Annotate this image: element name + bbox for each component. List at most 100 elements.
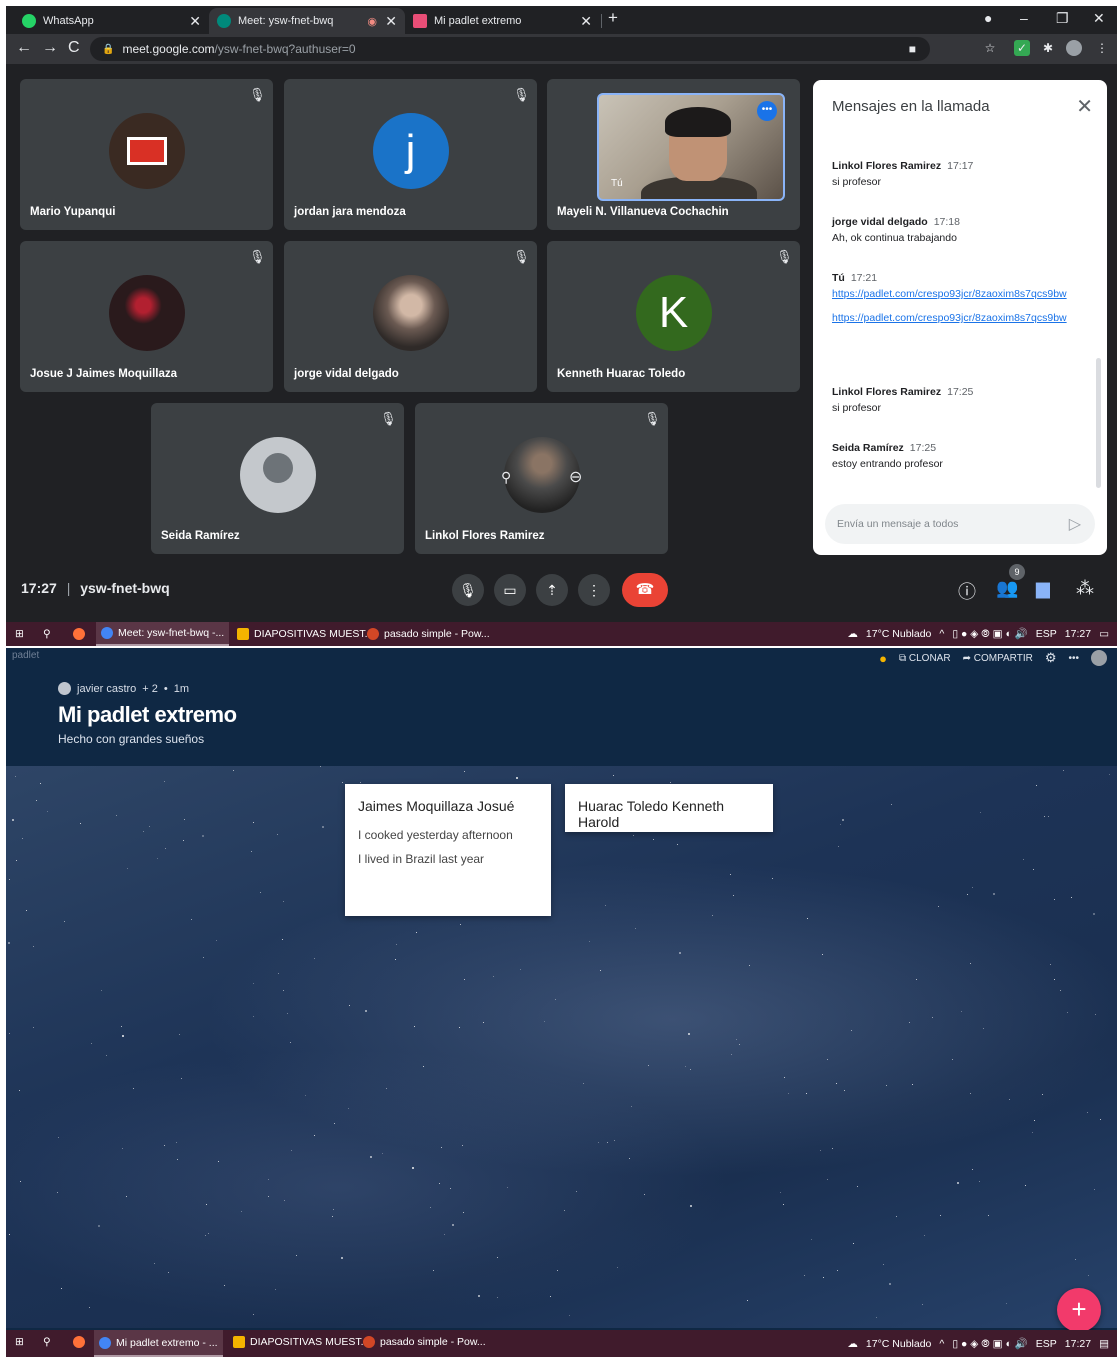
taskbar-item-slides[interactable]: DIAPOSITIVAS MUEST... bbox=[228, 1330, 374, 1354]
star-dot bbox=[851, 1029, 853, 1031]
close-icon[interactable]: ✕ bbox=[385, 13, 397, 30]
camera-icon[interactable]: ■ bbox=[909, 42, 916, 56]
participant-tile[interactable]: 🎙 Mario Yupanqui bbox=[20, 79, 273, 230]
tray-icons[interactable]: ▯ ● ◈ ⦾ ▣ ◐ 🔊 bbox=[952, 627, 1027, 641]
menu-icon[interactable]: ⋮ bbox=[1094, 40, 1110, 56]
star-dot bbox=[89, 1306, 91, 1308]
leave-call-button[interactable]: ☎ bbox=[622, 573, 668, 607]
minimize-button[interactable]: – bbox=[1020, 10, 1028, 26]
mic-button[interactable]: 🎙 bbox=[452, 574, 484, 606]
profile-dropdown-icon[interactable]: ● bbox=[984, 10, 992, 26]
taskbar-item-slides[interactable]: DIAPOSITIVAS MUEST... bbox=[232, 622, 378, 646]
author-name[interactable]: javier castro bbox=[77, 683, 136, 695]
pin-icon[interactable]: ⚲ bbox=[501, 469, 511, 486]
avatar[interactable] bbox=[1066, 40, 1082, 56]
chat-input[interactable]: Envía un mensaje a todos ▷ bbox=[825, 504, 1095, 544]
extension-icon[interactable]: ✓ bbox=[1014, 40, 1030, 56]
star-dot bbox=[291, 1149, 293, 1151]
star-dot bbox=[153, 1262, 155, 1264]
participant-tile[interactable]: 🎙 Seida Ramírez bbox=[151, 403, 404, 554]
chevron-up-icon[interactable]: ^ bbox=[939, 1338, 944, 1350]
person-icon bbox=[262, 452, 293, 483]
taskbar-item-padlet[interactable]: Mi padlet extremo - ... bbox=[94, 1330, 223, 1357]
tab-whatsapp[interactable]: WhatsApp ✕ bbox=[14, 8, 209, 34]
more-options-icon[interactable]: ••• bbox=[1068, 653, 1079, 664]
language-indicator[interactable]: ESP bbox=[1036, 1338, 1057, 1350]
search-icon[interactable]: ⚲ bbox=[38, 1330, 56, 1354]
star-icon[interactable]: ☆ bbox=[982, 40, 998, 56]
new-tab-button[interactable]: + bbox=[608, 8, 618, 28]
close-icon[interactable]: ✕ bbox=[580, 13, 592, 30]
padlet-logo[interactable]: padlet bbox=[12, 650, 39, 661]
star-dot bbox=[296, 1255, 298, 1257]
activities-icon[interactable]: ⁂ bbox=[1076, 578, 1094, 599]
tab-padlet[interactable]: Mi padlet extremo ✕ bbox=[405, 8, 600, 34]
address-bar[interactable]: 🔒 meet.google.com /ysw-fnet-bwq?authuser… bbox=[90, 37, 930, 61]
star-dot bbox=[287, 1013, 289, 1015]
firefox-icon[interactable] bbox=[68, 622, 90, 646]
avatar[interactable] bbox=[1091, 650, 1107, 666]
tab-meet[interactable]: Meet: ysw-fnet-bwq ◉ ✕ bbox=[209, 8, 405, 34]
participant-tile[interactable]: 🎙 ⚲ ⊖ Linkol Flores Ramirez bbox=[415, 403, 668, 554]
taskbar-item-powerpoint[interactable]: pasado simple - Pow... bbox=[358, 1330, 491, 1354]
restore-button[interactable]: ❐ bbox=[1056, 10, 1069, 27]
notification-icon[interactable]: ▤ bbox=[1099, 1338, 1109, 1350]
forward-icon[interactable]: → bbox=[42, 39, 58, 57]
participant-tile[interactable]: 🎙 Josue J Jaimes Moquillaza bbox=[20, 241, 273, 392]
back-icon[interactable]: ← bbox=[16, 39, 32, 57]
send-icon[interactable]: ▷ bbox=[1069, 514, 1081, 534]
message-link[interactable]: https://padlet.com/crespo93jcr/8zaoxim8s… bbox=[832, 286, 1078, 302]
participant-tile-self[interactable]: Tú ••• Mayeli N. Villanueva Cochachin bbox=[547, 79, 800, 230]
star-dot bbox=[614, 1139, 616, 1141]
gear-icon[interactable]: ⚙ bbox=[1045, 650, 1057, 666]
scrollbar[interactable] bbox=[1096, 358, 1101, 488]
more-options-icon[interactable]: ••• bbox=[757, 101, 777, 121]
share-button[interactable]: ➦ COMPARTIR bbox=[963, 653, 1033, 664]
camera-button[interactable]: ▭ bbox=[494, 574, 526, 606]
bulb-icon[interactable]: ● bbox=[879, 651, 887, 666]
browser-toolbar: ← → C 🔒 meet.google.com /ysw-fnet-bwq?au… bbox=[6, 34, 1117, 64]
search-icon[interactable]: ⚲ bbox=[38, 622, 56, 646]
puzzle-icon[interactable]: ✱ bbox=[1040, 40, 1056, 56]
participant-tile[interactable]: 🎙 K Kenneth Huarac Toledo bbox=[547, 241, 800, 392]
chevron-up-icon[interactable]: ^ bbox=[939, 628, 944, 640]
more-options-button[interactable]: ⋮ bbox=[578, 574, 610, 606]
participant-tile[interactable]: 🎙 j jordan jara mendoza bbox=[284, 79, 537, 230]
star-dot bbox=[11, 819, 14, 822]
firefox-icon[interactable] bbox=[68, 1330, 90, 1354]
taskbar-item-meet[interactable]: Meet: ysw-fnet-bwq -... bbox=[96, 622, 230, 646]
language-indicator[interactable]: ESP bbox=[1036, 628, 1057, 640]
post-card[interactable]: Huarac Toledo Kenneth Harold bbox=[565, 784, 773, 832]
close-icon[interactable]: ✕ bbox=[189, 13, 201, 30]
close-icon[interactable]: ✕ bbox=[1076, 94, 1093, 119]
taskbar-label: Meet: ysw-fnet-bwq -... bbox=[118, 627, 225, 639]
star-dot bbox=[217, 1160, 219, 1162]
windows-start-icon[interactable]: ⊞ bbox=[10, 1330, 29, 1354]
tray-icons[interactable]: ▯ ● ◈ ⦾ ▣ ◐ 🔊 bbox=[952, 1337, 1027, 1351]
star-dot bbox=[443, 1233, 445, 1235]
clone-button[interactable]: ⧉ CLONAR bbox=[899, 653, 951, 664]
meeting-controls: 17:27 | ysw-fnet-bwq 🎙 ▭ ⇡ ⋮ ☎ ⓘ 9 👥 ▆ ⁂ bbox=[6, 564, 1117, 622]
post-card[interactable]: Jaimes Moquillaza Josué I cooked yesterd… bbox=[345, 784, 551, 916]
message-sender: Tú bbox=[832, 272, 845, 284]
close-window-button[interactable]: ✕ bbox=[1093, 10, 1105, 27]
windows-start-icon[interactable]: ⊞ bbox=[10, 622, 29, 646]
message-sender: jorge vidal delgado bbox=[832, 216, 928, 228]
info-icon[interactable]: ⓘ bbox=[958, 578, 976, 604]
reload-icon[interactable]: C bbox=[68, 39, 80, 57]
chat-icon[interactable]: ▆ bbox=[1036, 578, 1050, 599]
remove-icon[interactable]: ⊖ bbox=[569, 467, 582, 487]
star-dot bbox=[804, 1275, 806, 1277]
add-post-button[interactable]: + bbox=[1057, 1288, 1101, 1332]
star-dot bbox=[788, 1093, 790, 1095]
participant-tile[interactable]: 🎙 jorge vidal delgado bbox=[284, 241, 537, 392]
present-button[interactable]: ⇡ bbox=[536, 574, 568, 606]
star-dot bbox=[835, 1082, 837, 1084]
people-icon[interactable]: 👥 bbox=[996, 578, 1018, 599]
notification-icon[interactable]: ▭ bbox=[1099, 628, 1109, 640]
message-link[interactable]: https://padlet.com/crespo93jcr/8zaoxim8s… bbox=[832, 310, 1078, 326]
mic-off-icon: 🎙 bbox=[644, 411, 661, 426]
taskbar-item-powerpoint[interactable]: pasado simple - Pow... bbox=[362, 622, 495, 646]
mic-off-icon: 🎙 bbox=[513, 249, 530, 264]
post-title: Jaimes Moquillaza Josué bbox=[358, 798, 515, 814]
